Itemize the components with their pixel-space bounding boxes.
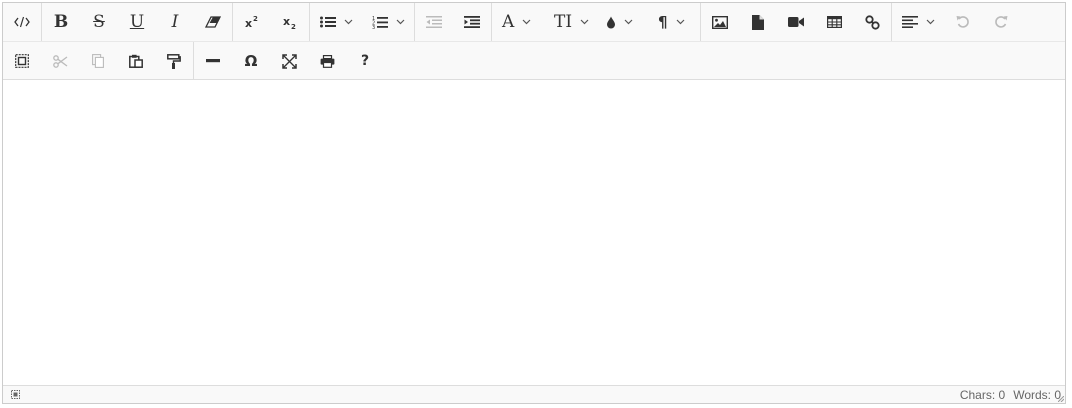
svg-text:x: x xyxy=(283,15,290,28)
ordered-list-icon: 123 xyxy=(372,15,388,29)
file-icon xyxy=(752,14,764,30)
eraser-button[interactable] xyxy=(194,3,232,41)
underline-icon: U xyxy=(129,11,145,32)
font-size-button[interactable]: TI xyxy=(544,3,596,41)
chevron-down-icon xyxy=(580,19,589,25)
italic-button[interactable]: I xyxy=(156,3,194,41)
undo-icon xyxy=(956,15,970,29)
undo-button[interactable] xyxy=(944,3,982,41)
fullsize-button[interactable] xyxy=(270,42,308,80)
resize-handle-icon[interactable] xyxy=(1058,396,1064,402)
chars-count: Chars: 0 xyxy=(959,387,1006,402)
select-all-icon xyxy=(15,54,29,68)
words-count: Words: 0 xyxy=(1013,387,1061,402)
toolbar-row-2: Ω ? xyxy=(3,42,1065,80)
horizontal-rule-button[interactable] xyxy=(194,42,232,80)
select-all-button[interactable] xyxy=(3,42,41,80)
table-button[interactable] xyxy=(815,3,853,41)
link-button[interactable] xyxy=(853,3,891,41)
chevron-down-icon xyxy=(676,19,685,25)
omega-button[interactable]: Ω xyxy=(232,42,270,80)
wysiwyg-editor: B S U I x2 x 2 1 2 3 A TI ¶ Ω ? Chars: 0… xyxy=(2,2,1066,404)
redo-icon xyxy=(994,15,1008,29)
superscript-button[interactable]: x2 xyxy=(233,3,271,41)
editor-content-area[interactable] xyxy=(3,80,1065,385)
strikethrough-button[interactable]: S xyxy=(80,3,118,41)
image-icon xyxy=(712,15,728,29)
outdent-icon xyxy=(426,16,442,28)
fullsize-icon xyxy=(281,53,297,69)
chevron-down-icon xyxy=(344,19,353,25)
align-left-icon xyxy=(902,16,918,28)
svg-text:x: x xyxy=(245,17,252,29)
cut-button[interactable] xyxy=(41,42,79,80)
counts: Chars: 0 Words: 0 xyxy=(960,388,1061,402)
svg-text:3: 3 xyxy=(372,25,375,29)
chevron-down-icon xyxy=(396,19,405,25)
align-button[interactable] xyxy=(892,3,944,41)
print-button[interactable] xyxy=(308,42,346,80)
file-button[interactable] xyxy=(739,3,777,41)
indent-button[interactable] xyxy=(453,3,491,41)
image-button[interactable] xyxy=(701,3,739,41)
redo-button[interactable] xyxy=(982,3,1020,41)
copy-icon xyxy=(92,54,104,68)
source-button[interactable] xyxy=(3,3,41,41)
italic-icon: I xyxy=(171,11,179,32)
chevron-down-icon xyxy=(522,19,531,25)
question-icon: ? xyxy=(360,53,370,69)
about-button[interactable]: ? xyxy=(346,42,384,80)
chevron-down-icon xyxy=(926,19,935,25)
status-bar: Chars: 0 Words: 0 xyxy=(3,385,1065,403)
format-painter-icon xyxy=(167,53,181,69)
toolbar-row-1: B S U I x2 x 2 1 2 3 A TI ¶ xyxy=(3,3,1065,42)
link-icon xyxy=(864,14,880,30)
font-size-icon: TI xyxy=(554,11,573,32)
cut-icon xyxy=(52,54,68,68)
svg-text:2: 2 xyxy=(291,23,296,29)
brush-color-button[interactable] xyxy=(596,3,648,41)
font-icon: A xyxy=(502,11,515,32)
ordered-list-button[interactable]: 123 xyxy=(362,3,414,41)
source-icon xyxy=(14,15,30,29)
bold-button[interactable]: B xyxy=(42,3,80,41)
paste-icon xyxy=(129,54,143,68)
omega-icon: Ω xyxy=(244,51,258,70)
paragraph-icon: ¶ xyxy=(658,12,668,31)
font-button[interactable]: A xyxy=(492,3,544,41)
horizontal-rule-icon xyxy=(206,59,220,63)
eraser-icon xyxy=(205,16,221,28)
chevron-down-icon xyxy=(624,19,633,25)
paste-button[interactable] xyxy=(117,42,155,80)
print-icon xyxy=(320,54,335,68)
subscript-button[interactable]: x2 xyxy=(271,3,309,41)
table-icon xyxy=(826,16,842,28)
underline-button[interactable]: U xyxy=(118,3,156,41)
subscript-icon: x2 xyxy=(282,15,298,29)
toolbar: B S U I x2 x 2 1 2 3 A TI ¶ Ω ? xyxy=(3,3,1065,80)
unordered-list-icon xyxy=(320,16,336,28)
select-all-small-icon[interactable] xyxy=(11,390,20,399)
strikethrough-icon: S xyxy=(93,11,105,32)
unordered-list-button[interactable] xyxy=(310,3,362,41)
svg-text:2: 2 xyxy=(253,15,258,23)
video-icon xyxy=(788,16,804,28)
superscript-icon: x2 xyxy=(244,15,260,29)
format-painter-button[interactable] xyxy=(155,42,193,80)
paragraph-button[interactable]: ¶ xyxy=(648,3,700,41)
video-button[interactable] xyxy=(777,3,815,41)
brush-color-icon xyxy=(606,16,616,29)
copy-button[interactable] xyxy=(79,42,117,80)
bold-icon: B xyxy=(53,11,69,32)
outdent-button[interactable] xyxy=(415,3,453,41)
indent-icon xyxy=(464,16,480,28)
